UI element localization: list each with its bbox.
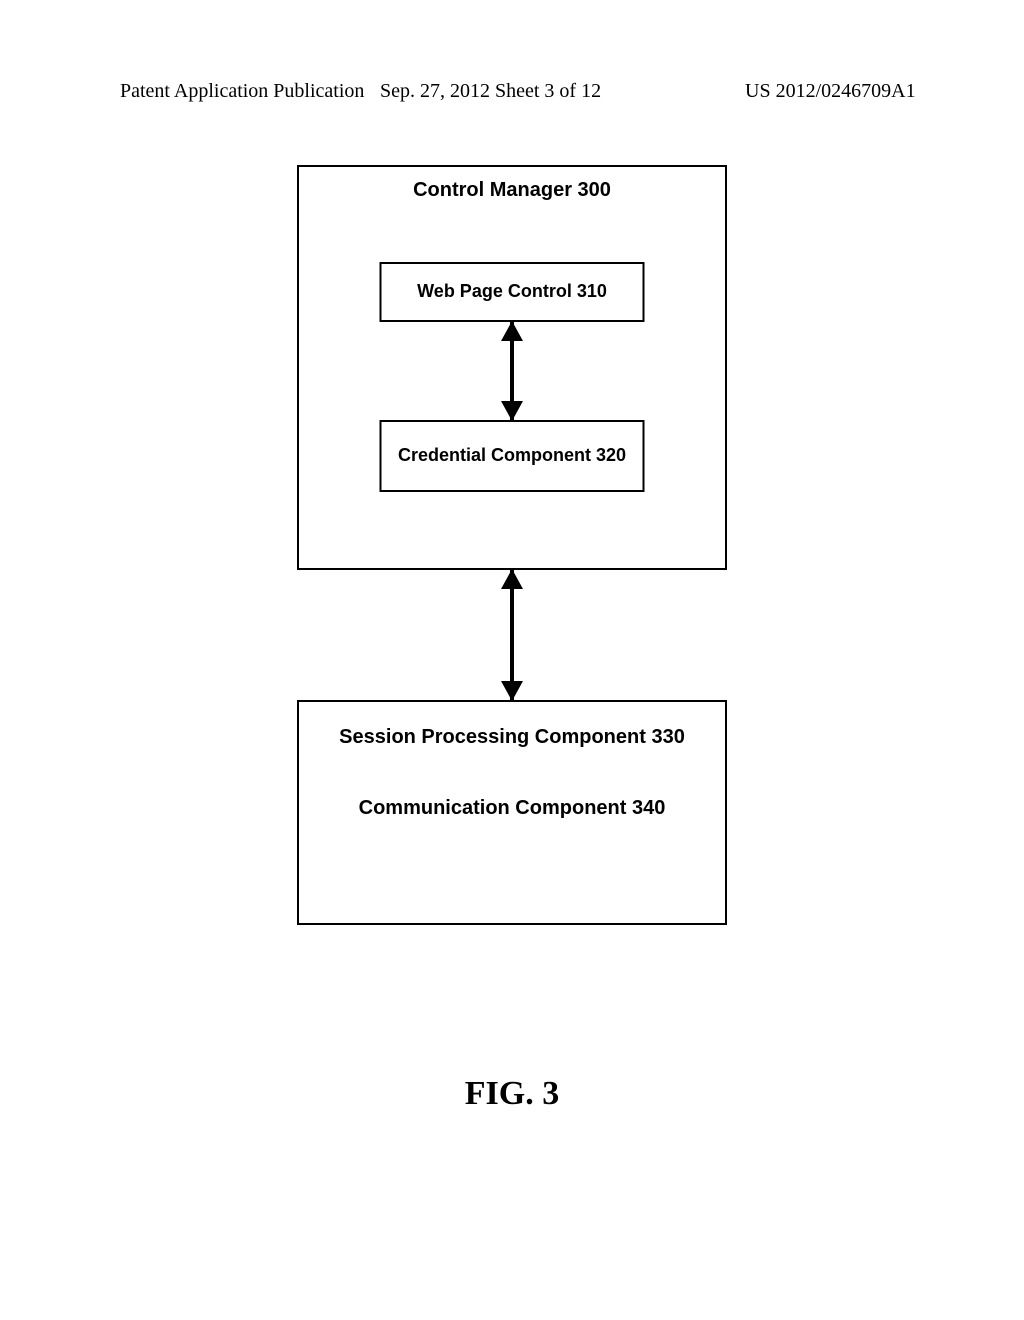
diagram-container: Control Manager 300 Web Page Control 310…: [297, 165, 727, 925]
header-publication-type: Patent Application Publication: [120, 80, 364, 103]
header-date-sheet: Sep. 27, 2012 Sheet 3 of 12: [380, 80, 601, 103]
header-patent-number: US 2012/0246709A1: [745, 80, 916, 103]
arrowhead-up-icon: [501, 569, 523, 589]
control-manager-box: Control Manager 300 Web Page Control 310…: [297, 165, 727, 570]
control-manager-label: Control Manager 300: [299, 179, 725, 202]
web-page-control-box: Web Page Control 310: [380, 262, 645, 322]
communication-component-label: Communication Component 340: [299, 795, 725, 821]
arrowhead-up-icon: [501, 321, 523, 341]
arrowhead-down-icon: [501, 681, 523, 701]
arrow-connector-1: [510, 322, 514, 420]
web-page-control-label: Web Page Control 310: [417, 280, 607, 303]
session-processing-label: Session Processing Component 330: [299, 724, 725, 750]
arrow-connector-2: [510, 570, 514, 700]
credential-component-label: Credential Component 320: [398, 444, 626, 467]
credential-component-box: Credential Component 320: [380, 420, 645, 492]
arrowhead-down-icon: [501, 401, 523, 421]
figure-label: FIG. 3: [465, 1075, 559, 1113]
session-processing-box: Session Processing Component 330 Communi…: [297, 700, 727, 925]
